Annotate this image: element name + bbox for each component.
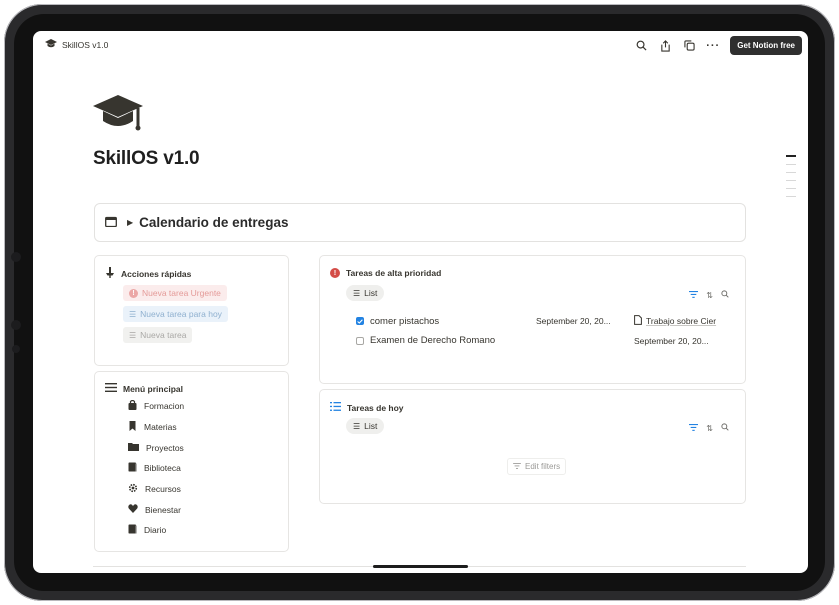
task-date: September 20, 20... — [536, 316, 611, 326]
table-of-contents[interactable] — [786, 155, 796, 197]
heart-icon — [128, 504, 138, 515]
checklist-icon: ☰ — [129, 330, 137, 340]
main-menu-card: Menú principal Formacion Materias Proyec… — [94, 371, 289, 552]
checklist-icon: ☰ — [353, 421, 361, 431]
task-project-link[interactable]: Trabajo sobre Cier — [634, 315, 729, 327]
new-task-button[interactable]: ☰ Nueva tarea — [123, 327, 193, 343]
filter-icon[interactable] — [689, 423, 699, 433]
home-indicator[interactable] — [373, 565, 468, 568]
book-icon — [128, 462, 137, 474]
more-icon[interactable]: ··· — [706, 39, 720, 53]
side-dot — [12, 345, 20, 353]
duplicate-icon[interactable] — [682, 39, 696, 53]
view-tab-list[interactable]: ☰ List — [346, 418, 385, 434]
app-screen: SkillOS v1.0 ··· Get Notion free SkillOS… — [33, 31, 808, 573]
task-name: comer pistachos — [370, 315, 440, 327]
sort-icon[interactable]: ⇅ — [706, 424, 713, 433]
side-dot — [11, 252, 21, 262]
alert-icon: ! — [330, 268, 340, 278]
menu-item-recursos[interactable]: Recursos — [128, 479, 184, 500]
checkbox[interactable] — [356, 336, 364, 345]
alert-icon: ! — [129, 288, 138, 298]
gear-icon — [128, 483, 138, 495]
button-label: Nueva tarea — [140, 330, 187, 340]
breadcrumb[interactable]: SkillOS v1.0 — [45, 39, 108, 50]
menu-item-label: Biblioteca — [144, 463, 181, 474]
new-today-task-button[interactable]: ☰ Nueva tarea para hoy — [123, 306, 228, 322]
anchor-icon — [105, 267, 115, 280]
hamburger-icon — [105, 383, 117, 394]
share-icon[interactable] — [658, 39, 672, 53]
folder-icon — [128, 442, 139, 453]
menu-item-formacion[interactable]: Formacion — [128, 396, 184, 417]
menu-item-label: Recursos — [145, 484, 181, 495]
button-label: Nueva tarea Urgente — [142, 288, 221, 298]
menu-item-label: Diario — [144, 525, 167, 536]
checklist-icon: ☰ — [353, 288, 361, 298]
search-icon[interactable] — [634, 39, 648, 53]
search-icon[interactable] — [721, 290, 729, 300]
menu-item-label: Proyectos — [146, 442, 184, 453]
filter-icon — [513, 462, 521, 471]
today-card: Tareas de hoy ☰ List ⇅ Edit filters — [319, 389, 746, 504]
menu-item-label: Bienestar — [145, 504, 181, 515]
side-dot — [11, 320, 21, 330]
sort-icon[interactable]: ⇅ — [706, 291, 713, 300]
list-icon: ☰ — [129, 309, 137, 319]
breadcrumb-label: SkillOS v1.0 — [62, 39, 109, 50]
page-title: SkillOS v1.0 — [93, 148, 200, 169]
graduation-cap-icon[interactable] — [93, 93, 145, 136]
graduation-cap-icon — [45, 39, 57, 50]
view-label: List — [364, 288, 378, 298]
edit-filters-label: Edit filters — [525, 462, 561, 471]
list-item[interactable]: Examen de Derecho Romano September 20, 2… — [356, 335, 737, 346]
get-notion-button[interactable]: Get Notion free — [730, 36, 802, 55]
menu-item-biblioteca[interactable]: Biblioteca — [128, 458, 184, 479]
filter-icon[interactable] — [689, 290, 699, 300]
toggle-block[interactable]: ▶ Calendario de entregas — [94, 203, 746, 242]
quick-actions-title: Acciones rápidas — [121, 268, 192, 279]
menu-item-bienestar[interactable]: Bienestar — [128, 499, 184, 520]
button-label: Nueva tarea para hoy — [140, 309, 222, 319]
menu-item-proyectos[interactable]: Proyectos — [128, 437, 184, 458]
list-icon — [330, 402, 341, 413]
menu-item-label: Formacion — [144, 401, 185, 412]
menu-item-label: Materias — [144, 422, 177, 433]
task-name: Examen de Derecho Romano — [370, 335, 496, 346]
journal-icon — [128, 524, 137, 536]
toggle-arrow-icon[interactable]: ▶ — [127, 218, 133, 227]
top-bar: SkillOS v1.0 ··· Get Notion free — [33, 31, 808, 59]
main-menu-title: Menú principal — [123, 383, 183, 394]
quick-actions-card: Acciones rápidas ! Nueva tarea Urgente ☰… — [94, 255, 289, 366]
today-title: Tareas de hoy — [347, 402, 404, 413]
bookmark-icon — [128, 421, 137, 433]
menu-item-diario[interactable]: Diario — [128, 520, 184, 541]
view-label: List — [364, 421, 378, 431]
edit-filters-button[interactable]: Edit filters — [507, 458, 567, 475]
list-item[interactable]: comer pistachos September 20, 20... Trab… — [356, 315, 737, 327]
task-date: September 20, 20... — [634, 335, 709, 346]
high-priority-card: ! Tareas de alta prioridad ☰ List ⇅ come… — [319, 255, 746, 384]
calendar-icon — [105, 214, 117, 232]
menu-item-materias[interactable]: Materias — [128, 417, 184, 438]
project-label: Trabajo sobre Cier — [646, 316, 717, 326]
toggle-label: Calendario de entregas — [139, 215, 289, 230]
checkbox[interactable] — [356, 317, 364, 325]
view-tab-list[interactable]: ☰ List — [346, 285, 385, 301]
bag-icon — [128, 400, 137, 412]
search-icon[interactable] — [721, 423, 729, 433]
new-urgent-task-button[interactable]: ! Nueva tarea Urgente — [123, 285, 227, 301]
page-icon — [634, 315, 642, 327]
high-priority-title: Tareas de alta prioridad — [346, 268, 442, 278]
